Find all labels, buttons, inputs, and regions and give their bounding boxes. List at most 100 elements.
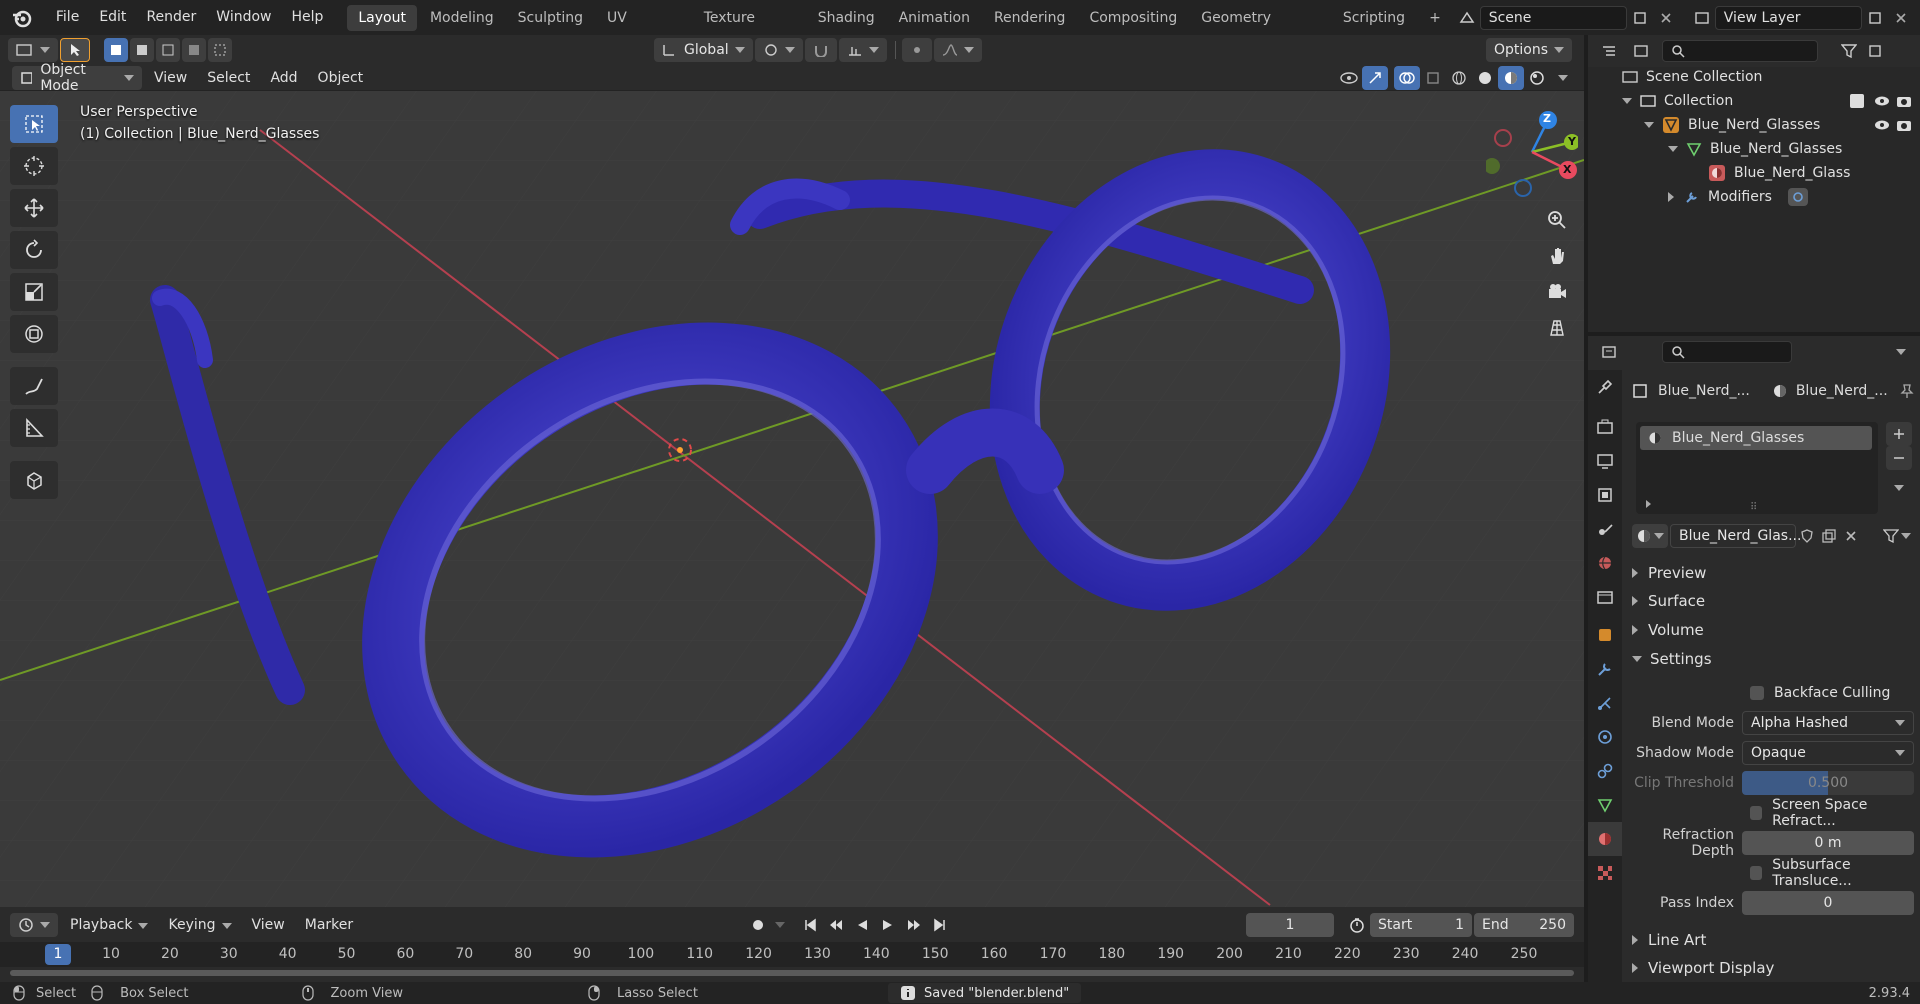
- record-keyframe-icon[interactable]: [745, 913, 771, 937]
- measure-tool-icon[interactable]: [10, 409, 58, 447]
- scale-tool-icon[interactable]: [10, 273, 58, 311]
- tab-layout[interactable]: Layout: [347, 4, 417, 31]
- chevron-right-icon[interactable]: [1646, 500, 1651, 508]
- xray-icon[interactable]: [1420, 66, 1446, 90]
- current-frame-field[interactable]: 1: [1246, 913, 1334, 937]
- viewport-menu-object[interactable]: Object: [308, 65, 374, 91]
- shadow-mode-dropdown[interactable]: Opaque: [1742, 741, 1914, 765]
- camera-icon[interactable]: [1896, 94, 1912, 108]
- timeline-ruler[interactable]: 1 10 20 30 40 50 60 70 80 90 100 110 120 130 140 150 160…: [0, 942, 1584, 967]
- timeline-editor-type-icon[interactable]: [10, 913, 58, 937]
- viewport-menu-view[interactable]: View: [144, 65, 197, 91]
- camera-icon[interactable]: [1896, 118, 1912, 132]
- tab-animation[interactable]: Animation: [888, 5, 981, 31]
- constraints-tab-icon[interactable]: [1588, 754, 1622, 788]
- modifier-tab-wrench-icon[interactable]: [1588, 652, 1622, 686]
- tab-geometry-nodes[interactable]: Geometry Nodes: [1190, 5, 1330, 52]
- select-box-tool-icon[interactable]: [10, 105, 58, 143]
- tab-compositing[interactable]: Compositing: [1078, 5, 1188, 31]
- wireframe-shading-icon[interactable]: [1446, 66, 1472, 90]
- eye-icon[interactable]: [1874, 95, 1890, 107]
- refraction-depth-field[interactable]: 0 m: [1742, 831, 1914, 855]
- mode-dropdown[interactable]: Object Mode: [12, 62, 142, 94]
- texture-tab-icon[interactable]: [1588, 856, 1622, 890]
- timeline-menu-marker[interactable]: Marker: [295, 912, 363, 938]
- menu-file[interactable]: File: [46, 0, 89, 35]
- tab-uv-editing[interactable]: UV Editing: [596, 5, 691, 52]
- remove-slot-button[interactable]: [1886, 446, 1912, 470]
- snap-icon[interactable]: [804, 38, 837, 62]
- cursor-tool-icon[interactable]: [10, 147, 58, 185]
- jump-end-icon[interactable]: [927, 913, 953, 937]
- subsurface-translucency-row[interactable]: Subsurface Transluce...: [1632, 857, 1914, 889]
- annotate-tool-icon[interactable]: [10, 367, 58, 405]
- status-report[interactable]: Saved "blender.blend": [887, 983, 1082, 1003]
- backface-culling-checkbox[interactable]: [1750, 686, 1764, 700]
- menu-window[interactable]: Window: [206, 0, 281, 35]
- view-layer-tab-icon[interactable]: [1588, 478, 1622, 512]
- navigation-gizmo[interactable]: Z Y X: [1484, 106, 1580, 198]
- chevron-down-icon[interactable]: [1668, 146, 1678, 152]
- unlink-close-icon[interactable]: [1840, 524, 1862, 548]
- browse-node-tree-icon[interactable]: [1880, 524, 1914, 548]
- transform-orientation-dropdown[interactable]: Global: [654, 38, 753, 62]
- visibility-icon[interactable]: [1336, 66, 1362, 90]
- section-surface[interactable]: Surface: [1632, 588, 1705, 614]
- backface-culling-row[interactable]: Backface Culling: [1632, 680, 1914, 706]
- close-icon[interactable]: [1653, 6, 1679, 30]
- outliner-row-collection[interactable]: Collection: [1588, 89, 1920, 113]
- play-icon[interactable]: [875, 913, 901, 937]
- scene-field[interactable]: Scene: [1479, 5, 1628, 30]
- camera-view-icon[interactable]: [1541, 276, 1573, 308]
- next-keyframe-icon[interactable]: [901, 913, 927, 937]
- timeline-menu-view[interactable]: View: [242, 912, 295, 938]
- outliner-row-mesh-data[interactable]: Blue_Nerd_Glasses: [1588, 137, 1920, 161]
- add-cube-tool-icon[interactable]: [10, 461, 58, 499]
- section-viewport-display[interactable]: Viewport Display: [1632, 955, 1774, 981]
- jump-start-icon[interactable]: [797, 913, 823, 937]
- properties-editor-type-icon[interactable]: [1596, 340, 1622, 364]
- collection-tab-icon[interactable]: [1588, 580, 1622, 614]
- move-tool-icon[interactable]: [10, 189, 58, 227]
- output-tab-icon[interactable]: [1588, 444, 1622, 478]
- proportional-editing-icon[interactable]: [901, 38, 932, 62]
- duplicate-material-icon[interactable]: [1818, 524, 1840, 548]
- start-frame-field[interactable]: Start 1: [1370, 913, 1472, 937]
- tab-sculpting[interactable]: Sculpting: [507, 5, 594, 31]
- screen-space-refraction-checkbox[interactable]: [1750, 806, 1763, 820]
- chevron-down-icon[interactable]: [1622, 98, 1632, 104]
- pass-index-field[interactable]: 0: [1742, 891, 1914, 915]
- tab-scripting[interactable]: Scripting: [1332, 5, 1416, 31]
- zoom-icon[interactable]: [1541, 204, 1573, 236]
- material-name-field[interactable]: Blue_Nerd_Glas...: [1670, 524, 1801, 548]
- pin-icon[interactable]: [1900, 383, 1914, 399]
- solid-shading-icon[interactable]: [1472, 66, 1498, 90]
- viewport-menu-add[interactable]: Add: [260, 65, 307, 91]
- menu-render[interactable]: Render: [136, 0, 206, 35]
- view-layer-field[interactable]: View Layer: [1714, 5, 1863, 30]
- tab-modeling[interactable]: Modeling: [419, 5, 505, 31]
- prev-keyframe-icon[interactable]: [823, 913, 849, 937]
- slot-specials-chevron-down-icon[interactable]: [1886, 476, 1912, 500]
- add-slot-button[interactable]: [1886, 422, 1912, 446]
- play-reverse-icon[interactable]: [849, 913, 875, 937]
- resize-grip-icon[interactable]: ⠿: [1750, 502, 1758, 513]
- auto-keying-chevron-down-icon[interactable]: [771, 913, 789, 937]
- new-view-layer-icon[interactable]: [1862, 6, 1888, 30]
- subsurface-translucency-checkbox[interactable]: [1750, 866, 1763, 880]
- perspective-toggle-grid-icon[interactable]: [1541, 312, 1573, 344]
- section-preview[interactable]: Preview: [1632, 560, 1706, 586]
- scene-selector-icon[interactable]: [1454, 6, 1480, 30]
- chevron-down-icon[interactable]: [1644, 122, 1654, 128]
- outliner-row-material[interactable]: Blue_Nerd_Glass: [1588, 161, 1920, 185]
- editor-type-icon[interactable]: [8, 38, 58, 62]
- select-new-icon[interactable]: [104, 38, 128, 62]
- eye-icon[interactable]: [1874, 119, 1890, 131]
- material-slot-item[interactable]: Blue_Nerd_Glasses: [1640, 426, 1872, 450]
- select-intersect-icon[interactable]: [208, 38, 232, 62]
- stopwatch-icon[interactable]: [1344, 913, 1370, 937]
- blend-mode-dropdown[interactable]: Alpha Hashed: [1742, 711, 1914, 735]
- gizmo-toggle-icon[interactable]: [1362, 65, 1388, 90]
- pan-hand-icon[interactable]: [1541, 240, 1573, 272]
- properties-options-chevron-down-icon[interactable]: [1888, 340, 1914, 364]
